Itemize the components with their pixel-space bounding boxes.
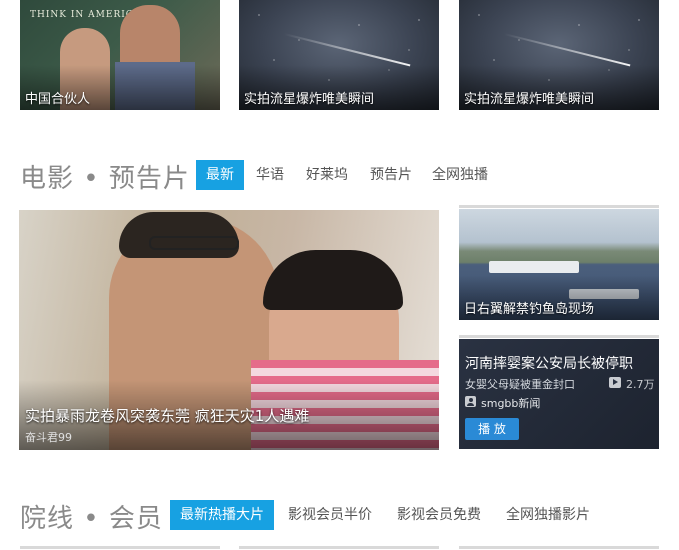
glasses [149, 236, 239, 250]
movie-tabs: 最新 华语 好莱坞 预告片 全网独播 [196, 160, 498, 190]
video-caption: 中国合伙人 [25, 92, 91, 107]
news-source: smgbb新闻 [481, 397, 541, 410]
boat-shape [489, 261, 579, 273]
tab-free[interactable]: 影视会员免费 [387, 500, 491, 530]
member-tabs: 最新热播大片 影视会员半价 影视会员免费 全网独播影片 [170, 500, 600, 530]
man-hair [119, 212, 239, 258]
video-caption: 日右翼解禁钓鱼岛现场 [464, 302, 595, 317]
play-count-icon [609, 377, 621, 388]
section-title-movies: 电影 • 预告片 [20, 164, 190, 194]
feature-video[interactable]: 实拍暴雨龙卷风突袭东莞 疯狂天灾1人遇难 奋斗君99 [19, 210, 439, 450]
meteor-streak [503, 33, 631, 67]
woman-hair [263, 250, 403, 310]
video-tile-meteor-2[interactable]: 实拍流星爆炸唯美瞬间 [459, 0, 659, 110]
video-tile-china-partner[interactable]: THINK IN AMERICAN 中国合伙人 [20, 0, 220, 110]
tab-half-price[interactable]: 影视会员半价 [278, 500, 382, 530]
tab-trailers[interactable]: 预告片 [360, 160, 422, 190]
video-caption: 实拍流星爆炸唯美瞬间 [464, 92, 595, 107]
section-title-members: 院线 • 会员 [20, 504, 163, 534]
meteor-streak [283, 33, 411, 67]
tab-exclusive[interactable]: 全网独播 [422, 160, 498, 190]
feature-author: 奋斗君99 [25, 431, 72, 444]
video-tile-meteor-1[interactable]: 实拍流星爆炸唯美瞬间 [239, 0, 439, 110]
video-tile-island[interactable]: 日右翼解禁钓鱼岛现场 [459, 209, 659, 320]
tab-chinese[interactable]: 华语 [246, 160, 294, 190]
play-count: 2.7万 [626, 378, 655, 391]
tab-exclusive-films[interactable]: 全网独播影片 [496, 500, 600, 530]
tile-frame-top [459, 546, 659, 549]
tab-hot-movies[interactable]: 最新热播大片 [170, 500, 274, 530]
feature-title: 实拍暴雨龙卷风突袭东莞 疯狂天灾1人遇难 [25, 407, 310, 425]
tab-latest[interactable]: 最新 [196, 160, 244, 190]
news-title: 河南摔婴案公安局长被停职 [465, 356, 633, 372]
news-subtitle: 女婴父母疑被重金封口 [465, 378, 575, 391]
tab-hollywood[interactable]: 好莱坞 [296, 160, 358, 190]
user-icon [465, 396, 476, 407]
tile-frame-top [239, 546, 439, 549]
play-button[interactable]: 播 放 [465, 418, 519, 440]
tile-frame-top [459, 205, 659, 208]
tile-frame-top [20, 546, 220, 549]
video-caption: 实拍流星爆炸唯美瞬间 [244, 92, 375, 107]
news-card[interactable]: 河南摔婴案公安局长被停职 女婴父母疑被重金封口 2.7万 smgbb新闻 播 放 [459, 339, 659, 449]
tile-frame-top [459, 335, 659, 338]
